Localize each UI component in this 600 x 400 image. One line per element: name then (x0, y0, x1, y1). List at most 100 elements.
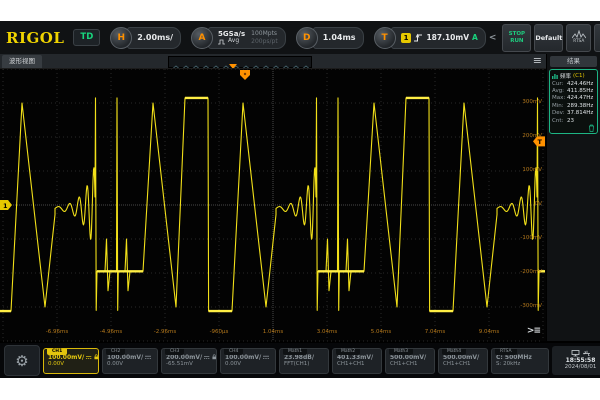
t-knob-icon[interactable]: T (374, 27, 396, 49)
box-tab: Math2 (336, 349, 360, 356)
channel-box-ch2[interactable]: CH2100.00mV/0.00V (102, 348, 158, 374)
time-axis-label: -960μs (210, 329, 229, 335)
oscilloscope-screen: RIGOL TD H 2.00ms/ A 5GSa/s Avg 100Mpts … (0, 21, 600, 378)
measurement-row: Dev:37.814Hz (552, 110, 595, 117)
measurement-card[interactable]: 频率 (C1) Cur:424.46HzAvg:411.85HzMax:424.… (549, 69, 598, 135)
chevron-left-icon[interactable]: < (489, 33, 497, 43)
measurement-title: 频率 (560, 72, 571, 80)
clock-time: 18:55:58 (566, 357, 596, 365)
channel-box-ch3[interactable]: CH3200.00mV/-65.51mV (161, 348, 217, 374)
time-axis-label: 3.04ms (317, 329, 337, 335)
time-axis-label: 9.04ms (479, 329, 499, 335)
time-axis-label: 1.04ms (263, 329, 283, 335)
a-knob-icon[interactable]: A (191, 27, 213, 49)
measurement-row: Max:424.47Hz (552, 95, 595, 102)
stop-run-button[interactable]: STOP RUN (502, 24, 531, 52)
math-boxes: Math123.98dB/FFT(CH1)Math2401.33mV/CH1+C… (279, 348, 488, 374)
waveform-display[interactable]: 1T -6.96ms-4.96ms-2.96ms-960μs1.04ms3.04… (0, 68, 546, 341)
stop-label: STOP (509, 31, 525, 37)
voltage-axis-label: -200mV (520, 269, 542, 275)
clock-date: 2024/08/01 (565, 364, 597, 371)
view-tab-bar: 波形视图 ≡ (0, 54, 546, 68)
lan-icon (571, 350, 580, 357)
top-toolbar: RIGOL TD H 2.00ms/ A 5GSa/s Avg 100Mpts … (0, 21, 600, 54)
offset-value: 0.00V (48, 361, 98, 368)
voltage-axis-label: 200mV (522, 133, 542, 139)
measurement-rows: Cur:424.46HzAvg:411.85HzMax:424.47HzMin:… (552, 81, 595, 126)
rtsa-span: S: 20kHz (496, 361, 548, 368)
lock-icon (94, 354, 98, 360)
trigger-position-marker[interactable] (240, 70, 250, 80)
default-label: Default (535, 34, 562, 42)
spectrum-icon (572, 30, 586, 39)
voltage-axis-label: 100mV (522, 167, 542, 173)
bottom-status-bar: ⚙ CH1100.00mV/0.00VCH2100.00mV/0.00VCH32… (0, 343, 600, 378)
waveform-view-tab[interactable]: 波形视图 (2, 55, 42, 68)
default-button[interactable]: Default (534, 24, 563, 52)
delay-control[interactable]: D 1.04ms (296, 27, 364, 49)
measure-button[interactable]: 测量 (594, 24, 600, 52)
voltage-axis-label: 300mV (522, 99, 542, 105)
measurement-channel: (C1) (573, 73, 585, 79)
channel-boxes: CH1100.00mV/0.00VCH2100.00mV/0.00VCH3200… (43, 348, 276, 374)
rtsa-label: RTSA (573, 40, 584, 44)
box-tab: Math4 (442, 349, 466, 356)
trigger-control[interactable]: T 1 187.10mV A (374, 27, 486, 49)
channel-box-ch1[interactable]: CH1100.00mV/0.00V (43, 348, 99, 374)
settings-button[interactable]: ⚙ (4, 345, 40, 376)
trash-icon[interactable] (588, 124, 595, 132)
offset-value: 0.00V (225, 361, 275, 368)
offset-value: FFT(CH1) (284, 361, 328, 368)
results-sidebar: 结果 频率 (C1) Cur:424.46HzAvg:411.85HzMax:4… (546, 54, 600, 341)
acq-mode: Avg (228, 38, 239, 45)
memory-overview-strip[interactable] (168, 56, 312, 68)
stats-icon (552, 73, 558, 79)
math-box-math4[interactable]: Math4500.00mV/CH1+CH1 (438, 348, 488, 374)
measurement-row: Min:289.38Hz (552, 103, 595, 110)
trigger-coupling: A (472, 33, 478, 42)
dc-coupling-icon (145, 355, 151, 360)
trigger-source-badge: 1 (401, 33, 412, 43)
rtsa-button[interactable]: RTSA (566, 24, 591, 52)
delay-value: 1.04ms (313, 27, 364, 49)
run-label: RUN (510, 38, 523, 44)
trigger-status-badge: TD (73, 29, 100, 46)
offset-value: CH1+CH1 (443, 361, 487, 368)
clock-box[interactable]: 18:55:58 2024/08/01 (552, 346, 600, 375)
dc-coupling-icon (263, 355, 269, 360)
sample-resolution: 200ps/pt (251, 38, 278, 45)
acquisition-control[interactable]: A 5GSa/s Avg 100Mpts 200ps/pt (191, 27, 286, 49)
acq-mode-icon (218, 39, 226, 45)
voltage-axis-label: -300mV (520, 303, 542, 309)
box-tab: CH2 (106, 349, 125, 356)
box-tab: CH1 (47, 349, 67, 356)
trigger-level-value: 187.10mV (426, 33, 469, 42)
horizontal-scale-control[interactable]: H 2.00ms/ (110, 27, 181, 49)
d-knob-icon[interactable]: D (296, 27, 318, 49)
results-header: 结果 (550, 56, 597, 67)
rising-edge-icon (414, 33, 423, 43)
rigol-logo: RIGOL (6, 29, 64, 47)
box-tab: CH3 (165, 349, 184, 356)
horizontal-scale-value: 2.00ms/ (127, 27, 181, 49)
offset-value: CH1+CH1 (337, 361, 381, 368)
h-knob-icon[interactable]: H (110, 27, 132, 49)
math-box-math1[interactable]: Math123.98dB/FFT(CH1) (279, 348, 329, 374)
offset-value: 0.00V (107, 361, 157, 368)
box-tab: Math1 (283, 349, 307, 356)
expand-results-icon[interactable]: >≡ (527, 326, 540, 336)
voltage-axis-label: 0V (535, 201, 542, 207)
measurement-row: Avg:411.85Hz (552, 88, 595, 95)
trigger-info: 1 187.10mV A (391, 27, 486, 49)
time-axis-label: 7.04ms (425, 329, 445, 335)
math-box-math3[interactable]: Math3500.00mV/CH1+CH1 (385, 348, 435, 374)
usb-icon (583, 350, 591, 357)
channel-box-ch4[interactable]: CH4100.00mV/0.00V (220, 348, 276, 374)
hamburger-menu-icon[interactable]: ≡ (533, 54, 542, 68)
rtsa-status-box[interactable]: RTSA C: 500MHz S: 20kHz (491, 348, 549, 374)
measurement-row: Cur:424.46Hz (552, 81, 595, 88)
box-tab: Math3 (389, 349, 413, 356)
svg-text:T: T (538, 138, 543, 146)
ch1-offset-marker[interactable]: 1 (0, 200, 12, 210)
math-box-math2[interactable]: Math2401.33mV/CH1+CH1 (332, 348, 382, 374)
